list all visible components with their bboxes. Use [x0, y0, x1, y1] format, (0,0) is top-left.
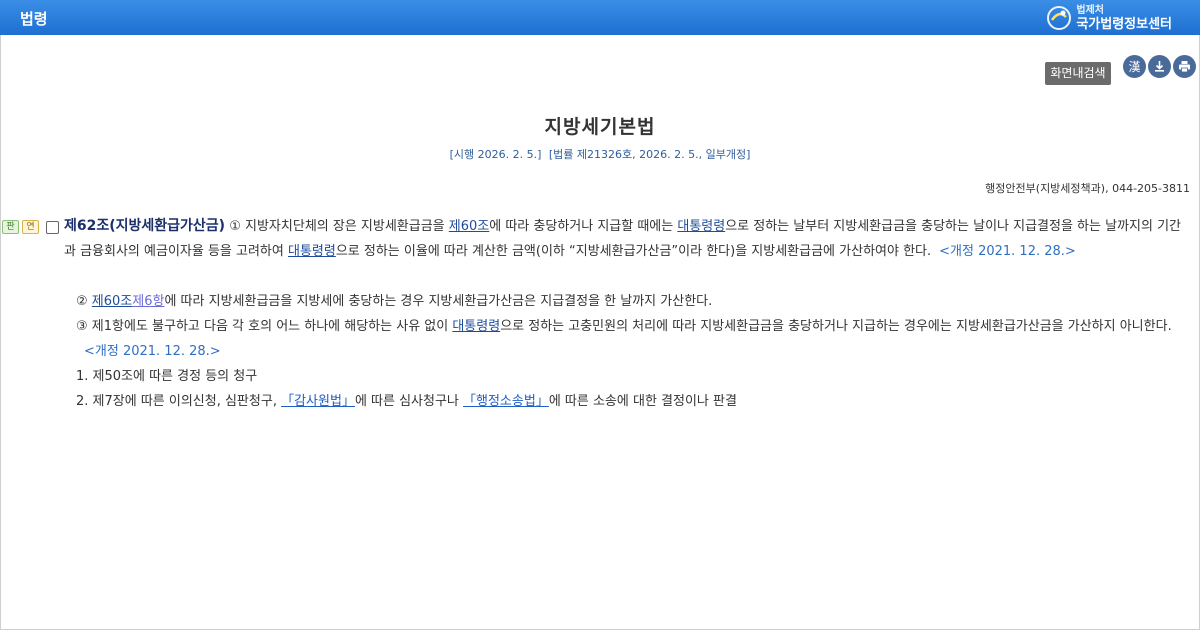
download-icon	[1155, 61, 1164, 72]
article-checkbox[interactable]	[46, 221, 59, 234]
link-administrative-litigation-act[interactable]: 「행정소송법」	[463, 394, 549, 409]
print-icon	[1179, 61, 1190, 73]
text: 에 따른 소송에 대한 결정이나 판결	[548, 394, 737, 409]
enforcement-date: [시행 2026. 2. 5.]	[449, 148, 542, 161]
hanja-toggle-button[interactable]: 漢	[1123, 55, 1146, 78]
text: 에 따른 심사청구나	[354, 394, 464, 409]
link-article-60[interactable]: 제60조	[92, 294, 132, 309]
brand-name: 국가법령정보센터	[1076, 16, 1172, 32]
paragraph-1: 제62조(지방세환급가산금) ① 지방자치단체의 장은 지방세환급금을 제60조…	[64, 214, 1188, 264]
text: 으로 정하는 이율에 따라 계산한 금액(이하 “지방세환급가산금”이라 한다)…	[335, 244, 932, 259]
article-heading[interactable]: 제62조(지방세환급가산금)	[64, 218, 225, 234]
ministry-contact: 행정안전부(지방세정책과), 044-205-3811	[985, 182, 1190, 195]
in-page-search-button[interactable]: 화면내검색	[1045, 62, 1111, 85]
revision-note: <개정 2021. 12. 28.>	[939, 244, 1076, 259]
revision-note: <개정 2021. 12. 28.>	[84, 344, 221, 359]
link-presidential-decree[interactable]: 대통령령	[288, 244, 336, 259]
law-subtitle: [시행 2026. 2. 5.] [법률 제21326호, 2026. 2. 5…	[0, 146, 1200, 162]
list-item-1: 1. 제50조에 따른 경정 등의 청구	[76, 369, 258, 384]
text: 에 따라 지방세환급금을 지방세에 충당하는 경우 지방세환급가산금은 지급결정…	[164, 294, 713, 309]
precedent-tag[interactable]: 판	[2, 220, 19, 234]
top-bar-title: 법령	[20, 10, 48, 28]
text: 으로 정하는 고충민원의 처리에 따라 지방세환급금을 충당하거나 지급하는 경…	[500, 319, 1172, 334]
top-bar: 법령 법제처 국가법령정보센터	[0, 0, 1200, 35]
link-audit-act[interactable]: 「감사원법」	[281, 394, 355, 409]
text: ②	[76, 294, 92, 309]
law-title: 지방세기본법	[544, 116, 656, 138]
brand[interactable]: 법제처 국가법령정보센터	[1046, 3, 1172, 33]
text: ③ 제1항에도 불구하고 다음 각 호의 어느 하나에 해당하는 사유 없이	[76, 319, 453, 334]
download-button[interactable]	[1148, 55, 1171, 78]
brand-logo-icon	[1046, 5, 1072, 31]
promulgation-info: [법률 제21326호, 2026. 2. 5., 일부개정]	[548, 148, 751, 161]
link-clause-6[interactable]: 제6항	[132, 294, 164, 309]
print-button[interactable]	[1173, 55, 1196, 78]
text: ① 지방자치단체의 장은 지방세환급금을	[225, 219, 449, 234]
paragraph-2: ② 제60조제6항에 따라 지방세환급금을 지방세에 충당하는 경우 지방세환급…	[76, 289, 1188, 314]
text: 에 따라 충당하거나 지급할 때에는	[489, 219, 678, 234]
link-presidential-decree[interactable]: 대통령령	[677, 219, 725, 234]
list-item-2: 2. 제7장에 따른 이의신청, 심판청구, 「감사원법」에 따른 심사청구나 …	[76, 389, 1200, 414]
link-article-60[interactable]: 제60조	[449, 219, 489, 234]
paragraph-3: ③ 제1항에도 불구하고 다음 각 호의 어느 하나에 해당하는 사유 없이 대…	[76, 314, 1188, 364]
text: 2. 제7장에 따른 이의신청, 심판청구,	[76, 394, 282, 409]
history-tag[interactable]: 연	[22, 220, 39, 234]
hanja-label: 漢	[1128, 60, 1141, 74]
link-presidential-decree[interactable]: 대통령령	[452, 319, 500, 334]
brand-small-text: 법제처	[1076, 4, 1104, 16]
